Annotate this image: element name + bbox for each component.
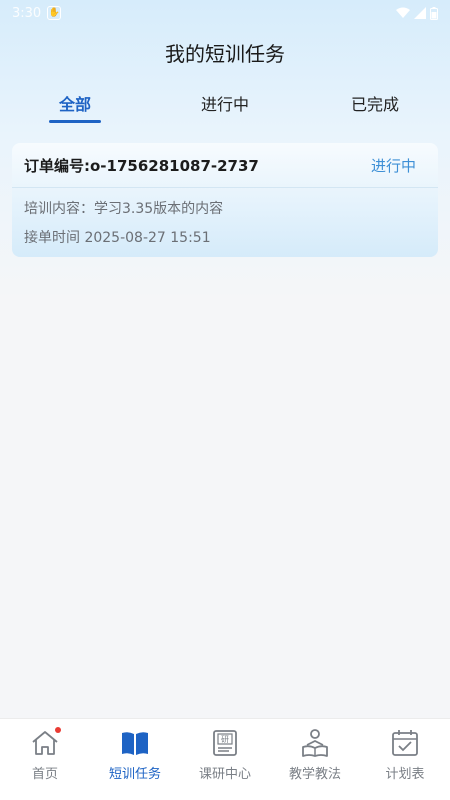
status-time: 3:30 [12,5,42,21]
status-bar: 3:30 ✋ [0,0,450,26]
home-badge-dot [55,727,61,733]
nav-label-home: 首页 [31,767,58,782]
notification-icon: ✋ [47,6,62,20]
book-icon [122,732,148,755]
order-card-header: 订单编号:o-1756281087-2737 进行中 [12,143,438,188]
nav-item-tasks[interactable]: 短训任务 [90,727,180,800]
nav-label-tasks: 短训任务 [108,767,161,782]
wifi-icon [396,7,410,18]
nav-item-research[interactable]: 研 课研中心 [180,727,270,800]
order-card[interactable]: 订单编号:o-1756281087-2737 进行中 培训内容：学习3.35版本… [12,143,438,257]
training-content: 培训内容：学习3.35版本的内容 [24,201,224,217]
nav-label-research: 课研中心 [198,767,251,782]
nav-item-home[interactable]: 首页 [0,727,90,800]
calendar-check-icon [392,730,418,756]
filter-tabs: 全部 进行中 已完成 [0,90,450,126]
nav-label-teaching: 教学教法 [288,767,341,782]
bottom-nav: 首页 短训任务 研 课研中心 教学教法 计划表 [0,718,450,800]
svg-text:研: 研 [221,735,229,744]
battery-icon [430,6,438,20]
nav-label-schedule: 计划表 [385,767,425,782]
order-status-badge: 进行中 [370,156,416,175]
tab-in-progress[interactable]: 进行中 [150,90,300,126]
teacher-icon [302,729,328,757]
order-number: 订单编号:o-1756281087-2737 [24,156,259,175]
tab-all[interactable]: 全部 [0,90,150,126]
nav-item-teaching[interactable]: 教学教法 [270,727,360,800]
accept-time: 接单时间 2025-08-27 15:51 [24,230,211,246]
tab-completed[interactable]: 已完成 [300,90,450,126]
nav-item-schedule[interactable]: 计划表 [360,727,450,800]
page-title: 我的短训任务 [165,42,285,66]
signal-icon [414,7,426,19]
research-icon: 研 [213,730,237,756]
order-card-body: 培训内容：学习3.35版本的内容 接单时间 2025-08-27 15:51 [12,188,438,253]
